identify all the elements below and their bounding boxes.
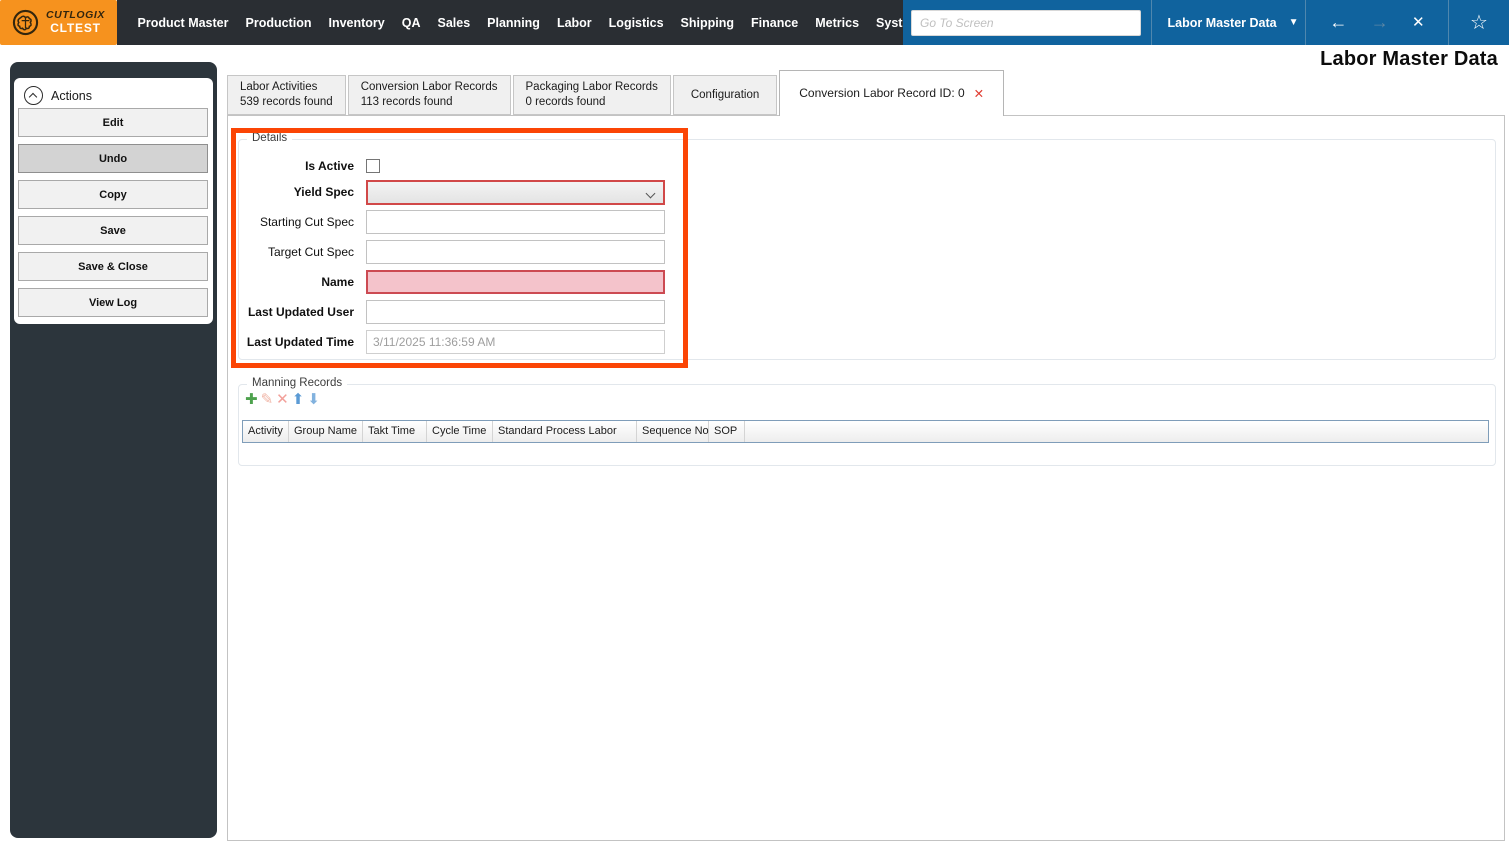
nav-item-finance[interactable]: Finance <box>743 16 807 30</box>
yield-spec-row: Yield Spec <box>239 179 665 205</box>
tab-record-count: 539 records found <box>240 96 333 108</box>
top-menu: Product Master Production Inventory QA Sales… <box>117 0 921 45</box>
yield-spec-select[interactable] <box>366 179 665 205</box>
name-label: Name <box>321 275 354 289</box>
undo-button[interactable]: Undo <box>18 144 208 173</box>
starting-cut-spec-row: Starting Cut Spec <box>239 210 665 234</box>
last-updated-time-input[interactable] <box>366 330 665 354</box>
column-header-activity[interactable]: Activity <box>243 421 289 442</box>
actions-title: Actions <box>51 88 92 103</box>
tab-strip: Labor Activities 539 records found Convers… <box>227 70 1505 116</box>
labor-master-data-window: CUTLOGIX CLTEST Product Master Production… <box>0 0 1509 845</box>
details-fields: Is Active Yield Spec Starting Cut Spec Targ… <box>239 140 1495 359</box>
column-header-takt-time[interactable]: Takt Time <box>363 421 427 442</box>
tab-conversion-labor-record-id-0[interactable]: Conversion Labor Record ID: 0 ✕ <box>779 70 1005 116</box>
starting-cut-spec-input[interactable] <box>366 210 665 234</box>
last-updated-user-label: Last Updated User <box>247 305 354 319</box>
history-navigation: ← → ✕ <box>1306 0 1448 45</box>
environment-name: CLTEST <box>50 20 101 35</box>
manning-grid-header: Activity Group Name Takt Time Cycle Time Sta… <box>242 420 1489 443</box>
target-cut-spec-row: Target Cut Spec <box>239 240 665 264</box>
target-cut-spec-input[interactable] <box>366 240 665 264</box>
divider <box>1151 0 1152 45</box>
tab-labor-activities[interactable]: Labor Activities 539 records found <box>227 75 346 115</box>
edit-button[interactable]: Edit <box>18 108 208 137</box>
forward-arrow-icon[interactable]: → <box>1371 0 1389 45</box>
close-tab-icon[interactable]: ✕ <box>974 86 984 101</box>
name-input[interactable] <box>366 270 665 294</box>
tab-configuration[interactable]: Configuration <box>672 75 778 115</box>
tab-title: Conversion Labor Record ID: 0 <box>799 86 965 100</box>
move-down-icon[interactable]: ⬇ <box>307 392 320 408</box>
nav-item-planning[interactable]: Planning <box>479 16 549 30</box>
tab-record-count: 0 records found <box>525 96 606 108</box>
tab-title: Conversion Labor Records <box>360 81 498 93</box>
name-row: Name <box>239 270 665 294</box>
yield-spec-label: Yield Spec <box>293 185 354 199</box>
page-title: Labor Master Data <box>1320 48 1498 70</box>
column-header-sequence-no[interactable]: Sequence No <box>637 421 709 442</box>
screen-selector-label: Labor Master Data <box>1167 15 1277 30</box>
column-header-filler <box>745 421 1488 442</box>
tab-title: Configuration <box>690 88 760 101</box>
close-screen-icon[interactable]: ✕ <box>1412 0 1425 45</box>
is-active-row: Is Active <box>239 154 380 178</box>
manning-toolbar: ✚ ✎ ✕ ⬆ ⬇ <box>245 392 320 408</box>
tab-conversion-labor-records[interactable]: Conversion Labor Records 113 records foun… <box>347 75 511 115</box>
details-groupbox: Details Is Active Yield Spec Starting Cut … <box>238 132 1496 360</box>
save-button[interactable]: Save <box>18 216 208 245</box>
last-updated-user-input[interactable] <box>366 300 665 324</box>
screen-selector-dropdown[interactable]: Labor Master Data ▼ <box>1161 0 1305 45</box>
go-to-screen-input[interactable] <box>911 9 1141 36</box>
starting-cut-spec-label: Starting Cut Spec <box>259 215 354 229</box>
is-active-label: Is Active <box>305 159 354 173</box>
target-cut-spec-label: Target Cut Spec <box>267 245 354 259</box>
content-area: Labor Activities 539 records found Convers… <box>227 70 1505 841</box>
nav-item-product-master[interactable]: Product Master <box>129 16 237 30</box>
add-icon[interactable]: ✚ <box>245 392 258 408</box>
nav-item-metrics[interactable]: Metrics <box>807 16 868 30</box>
tab-title: Packaging Labor Records <box>525 81 658 93</box>
chevron-down-icon <box>645 188 656 198</box>
app-logo: CUTLOGIX CLTEST <box>0 0 117 45</box>
actions-header: Actions <box>24 86 92 105</box>
column-header-group-name[interactable]: Group Name <box>289 421 363 442</box>
tab-packaging-labor-records[interactable]: Packaging Labor Records 0 records found <box>512 75 671 115</box>
tab-page: Details Is Active Yield Spec Starting Cut … <box>227 115 1505 841</box>
column-header-standard-process-labor[interactable]: Standard Process Labor <box>493 421 637 442</box>
collapse-panel-icon[interactable] <box>24 86 43 105</box>
actions-side-panel: Actions Edit Undo Copy Save Save & Close View… <box>10 62 217 838</box>
nav-item-production[interactable]: Production <box>237 16 320 30</box>
nav-item-sales[interactable]: Sales <box>429 16 479 30</box>
column-header-sop[interactable]: SOP <box>709 421 745 442</box>
nav-item-qa[interactable]: QA <box>393 16 429 30</box>
last-updated-user-row: Last Updated User <box>239 300 665 324</box>
manning-records-groupbox: Manning Records ✚ ✎ ✕ ⬆ ⬇ Activity Group Name… <box>238 377 1496 466</box>
tab-title: Labor Activities <box>240 81 318 93</box>
last-updated-time-row: Last Updated Time <box>239 330 665 354</box>
actions-box: Actions Edit Undo Copy Save Save & Close View… <box>14 78 213 324</box>
delete-icon: ✕ <box>276 391 289 408</box>
chevron-down-icon: ▼ <box>1288 17 1299 28</box>
top-bar-right: Labor Master Data ▼ ← → ✕ ☆ <box>903 0 1509 45</box>
tab-record-count: 113 records found <box>360 96 453 108</box>
copy-button[interactable]: Copy <box>18 180 208 209</box>
nav-item-logistics[interactable]: Logistics <box>600 16 672 30</box>
is-active-checkbox[interactable] <box>366 159 380 173</box>
brand-name: CUTLOGIX <box>45 9 106 22</box>
move-up-icon[interactable]: ⬆ <box>292 392 305 408</box>
save-close-button[interactable]: Save & Close <box>18 252 208 281</box>
column-header-cycle-time[interactable]: Cycle Time <box>427 421 493 442</box>
brand-brain-icon <box>12 9 39 36</box>
last-updated-time-label: Last Updated Time <box>246 335 354 349</box>
nav-item-shipping[interactable]: Shipping <box>672 16 742 30</box>
view-log-button[interactable]: View Log <box>18 288 208 317</box>
top-bar: CUTLOGIX CLTEST Product Master Production… <box>0 0 1509 45</box>
edit-icon: ✎ <box>260 391 274 408</box>
nav-item-labor[interactable]: Labor <box>548 16 600 30</box>
back-arrow-icon[interactable]: ← <box>1329 0 1347 45</box>
manning-records-legend: Manning Records <box>247 377 348 389</box>
nav-item-inventory[interactable]: Inventory <box>320 16 393 30</box>
favorite-star-icon[interactable]: ☆ <box>1449 10 1509 35</box>
